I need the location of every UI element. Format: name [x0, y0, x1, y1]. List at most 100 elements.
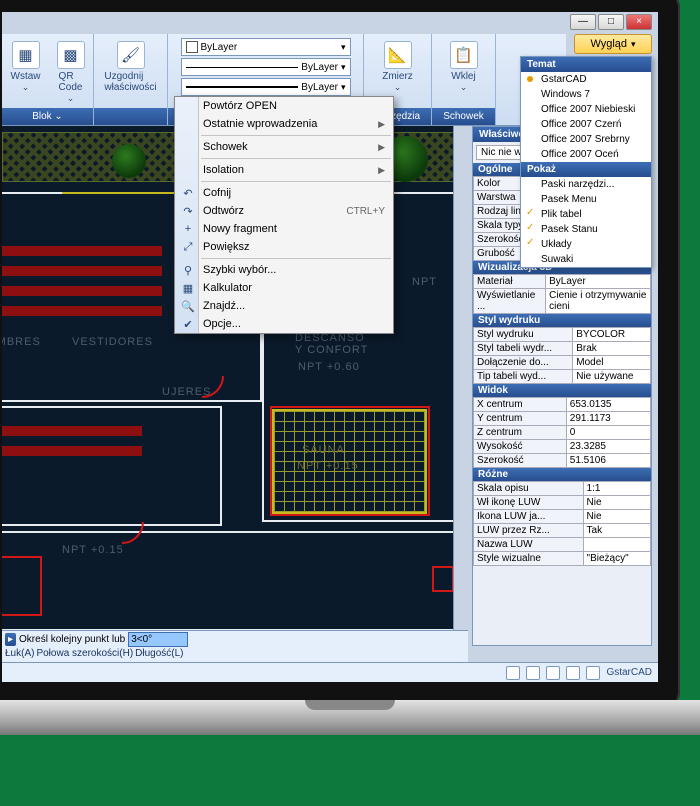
property-row[interactable]: Wyświetlanie ...Cienie i otrzymywanie ci…: [474, 289, 651, 314]
chevron-down-icon: ⌄: [394, 82, 402, 93]
chevron-down-icon: ▾: [341, 82, 346, 93]
qr-code-button[interactable]: ▩ QR Code ⌄: [52, 38, 90, 107]
cad-label: NPT +0.60: [298, 361, 360, 373]
cad-label: VESTIDORES: [72, 336, 153, 348]
property-row[interactable]: Styl tabeli wydr...Brak: [474, 342, 651, 356]
context-menu-item[interactable]: Isolation▶: [175, 161, 393, 179]
context-menu-item[interactable]: Ostatnie wprowadzenia▶: [175, 115, 393, 133]
properties-category[interactable]: Widok: [473, 384, 651, 397]
command-option[interactable]: Długość(L): [135, 648, 183, 659]
match-properties-button[interactable]: 🖌 Uzgodnij właściwości: [99, 38, 161, 96]
command-option[interactable]: Połowa szerokości(H): [36, 648, 133, 659]
chevron-down-icon: ⌄: [67, 93, 75, 104]
status-icon[interactable]: [506, 666, 520, 680]
properties-category[interactable]: Różne: [473, 468, 651, 481]
cad-label: DESCANSO Y CONFORT: [295, 332, 368, 356]
property-row[interactable]: Wł ikonę LUWNie: [474, 496, 651, 510]
show-item[interactable]: Paski narzędzi...: [521, 177, 651, 192]
close-button[interactable]: ×: [626, 14, 652, 30]
property-row[interactable]: Nazwa LUW: [474, 538, 651, 552]
context-menu-item[interactable]: ↶Cofnij: [175, 184, 393, 202]
property-row[interactable]: Tip tabeli wyd...Nie używane: [474, 370, 651, 384]
properties-category[interactable]: Styl wydruku: [473, 314, 651, 327]
status-bar: GstarCAD: [2, 662, 658, 682]
property-row[interactable]: X centrum653.0135: [474, 398, 651, 412]
property-row[interactable]: Styl wydrukuBYCOLOR: [474, 328, 651, 342]
theme-item[interactable]: Office 2007 Oceń: [521, 147, 651, 162]
theme-item[interactable]: Windows 7: [521, 87, 651, 102]
chevron-right-icon: ▶: [378, 165, 385, 176]
chevron-right-icon: ▶: [378, 142, 385, 153]
context-menu-item[interactable]: ⚲Szybki wybór...: [175, 261, 393, 279]
theme-header: Temat: [521, 57, 651, 72]
status-icon[interactable]: [586, 666, 600, 680]
group-title-schowek[interactable]: Schowek: [432, 108, 495, 125]
theme-item[interactable]: GstarCAD: [521, 72, 651, 87]
minimize-button[interactable]: —: [570, 14, 596, 30]
show-item[interactable]: Suwaki: [521, 252, 651, 267]
menu-item-icon: ↶: [181, 186, 195, 200]
menu-item-icon: ▦: [181, 281, 195, 295]
show-header: Pokaż: [521, 162, 651, 177]
insert-button[interactable]: ▦ Wstaw ⌄: [6, 38, 46, 96]
layer-linetype-dropdown[interactable]: ByLayer ▾: [181, 58, 351, 76]
property-row[interactable]: Wysokość23.3285: [474, 440, 651, 454]
show-item[interactable]: Pasek Stanu: [521, 222, 651, 237]
menu-item-icon: ⤢: [181, 240, 195, 254]
brush-icon: 🖌: [117, 41, 145, 69]
appearance-menu: Temat GstarCADWindows 7Office 2007 Niebi…: [520, 56, 652, 268]
layer-color-dropdown[interactable]: ByLayer ▾: [181, 38, 351, 56]
property-row[interactable]: Y centrum291.1173: [474, 412, 651, 426]
property-row[interactable]: Skala opisu1:1: [474, 482, 651, 496]
theme-item[interactable]: Office 2007 Srebrny: [521, 132, 651, 147]
chevron-down-icon: ▾: [341, 62, 346, 73]
appearance-label: Wygląd: [590, 38, 627, 50]
theme-item[interactable]: Office 2007 Niebieski: [521, 102, 651, 117]
property-row[interactable]: Style wizualne"Bieżący": [474, 552, 651, 566]
command-prompt: Określ kolejny punkt lub: [19, 634, 125, 645]
context-menu-item[interactable]: ↷OdtwórzCTRL+Y: [175, 202, 393, 220]
command-option[interactable]: Łuk(A): [5, 648, 34, 659]
show-item[interactable]: Plik tabel: [521, 207, 651, 222]
paste-button[interactable]: 📋 Wklej ⌄: [445, 38, 483, 96]
cad-label: NPT +0.15: [62, 544, 124, 556]
property-row[interactable]: Z centrum0: [474, 426, 651, 440]
context-menu-item[interactable]: ▦Kalkulator: [175, 279, 393, 297]
command-input[interactable]: [128, 632, 188, 647]
group-title-empty: [94, 108, 167, 125]
appearance-dropdown[interactable]: Wygląd ▾: [574, 34, 652, 54]
menu-item-icon: 🔍: [181, 299, 195, 313]
status-icon[interactable]: [526, 666, 540, 680]
measure-button[interactable]: 📐 Zmierz ⌄: [377, 38, 418, 96]
context-menu-item[interactable]: Powtórz OPEN: [175, 97, 393, 115]
cad-label: SAUNA: [302, 444, 345, 456]
show-item[interactable]: Pasek Menu: [521, 192, 651, 207]
insert-icon: ▦: [12, 41, 40, 69]
chevron-down-icon: ▾: [631, 39, 636, 50]
status-icon[interactable]: [566, 666, 580, 680]
qr-icon: ▩: [57, 41, 85, 69]
menu-item-icon: +: [181, 222, 195, 236]
property-row[interactable]: Dołączenie do...Model: [474, 356, 651, 370]
command-lead-icon: ▸: [5, 633, 16, 646]
theme-item[interactable]: Office 2007 Czerń: [521, 117, 651, 132]
status-brand: GstarCAD: [606, 667, 652, 678]
cad-label: NPT +0.15: [297, 460, 359, 472]
layer-lineweight-dropdown[interactable]: ByLayer ▾: [181, 78, 351, 96]
property-row[interactable]: LUW przez Rz...Tak: [474, 524, 651, 538]
context-menu-item[interactable]: +Nowy fragment: [175, 220, 393, 238]
status-icon[interactable]: [546, 666, 560, 680]
property-row[interactable]: MateriałByLayer: [474, 275, 651, 289]
show-item[interactable]: Układy: [521, 237, 651, 252]
context-menu-item[interactable]: ⤢Powiększ: [175, 238, 393, 256]
property-row[interactable]: Szerokość51.5106: [474, 454, 651, 468]
context-menu-item[interactable]: Schowek▶: [175, 138, 393, 156]
group-title-blok[interactable]: Blok: [2, 108, 93, 125]
context-menu-item[interactable]: ✔Opcje...: [175, 315, 393, 333]
context-menu-item[interactable]: 🔍Znajdź...: [175, 297, 393, 315]
cad-label: NPT: [412, 276, 437, 288]
property-row[interactable]: Ikona LUW ja...Nie: [474, 510, 651, 524]
chevron-right-icon: ▶: [378, 119, 385, 130]
menu-item-icon: ✔: [181, 317, 195, 331]
maximize-button[interactable]: □: [598, 14, 624, 30]
